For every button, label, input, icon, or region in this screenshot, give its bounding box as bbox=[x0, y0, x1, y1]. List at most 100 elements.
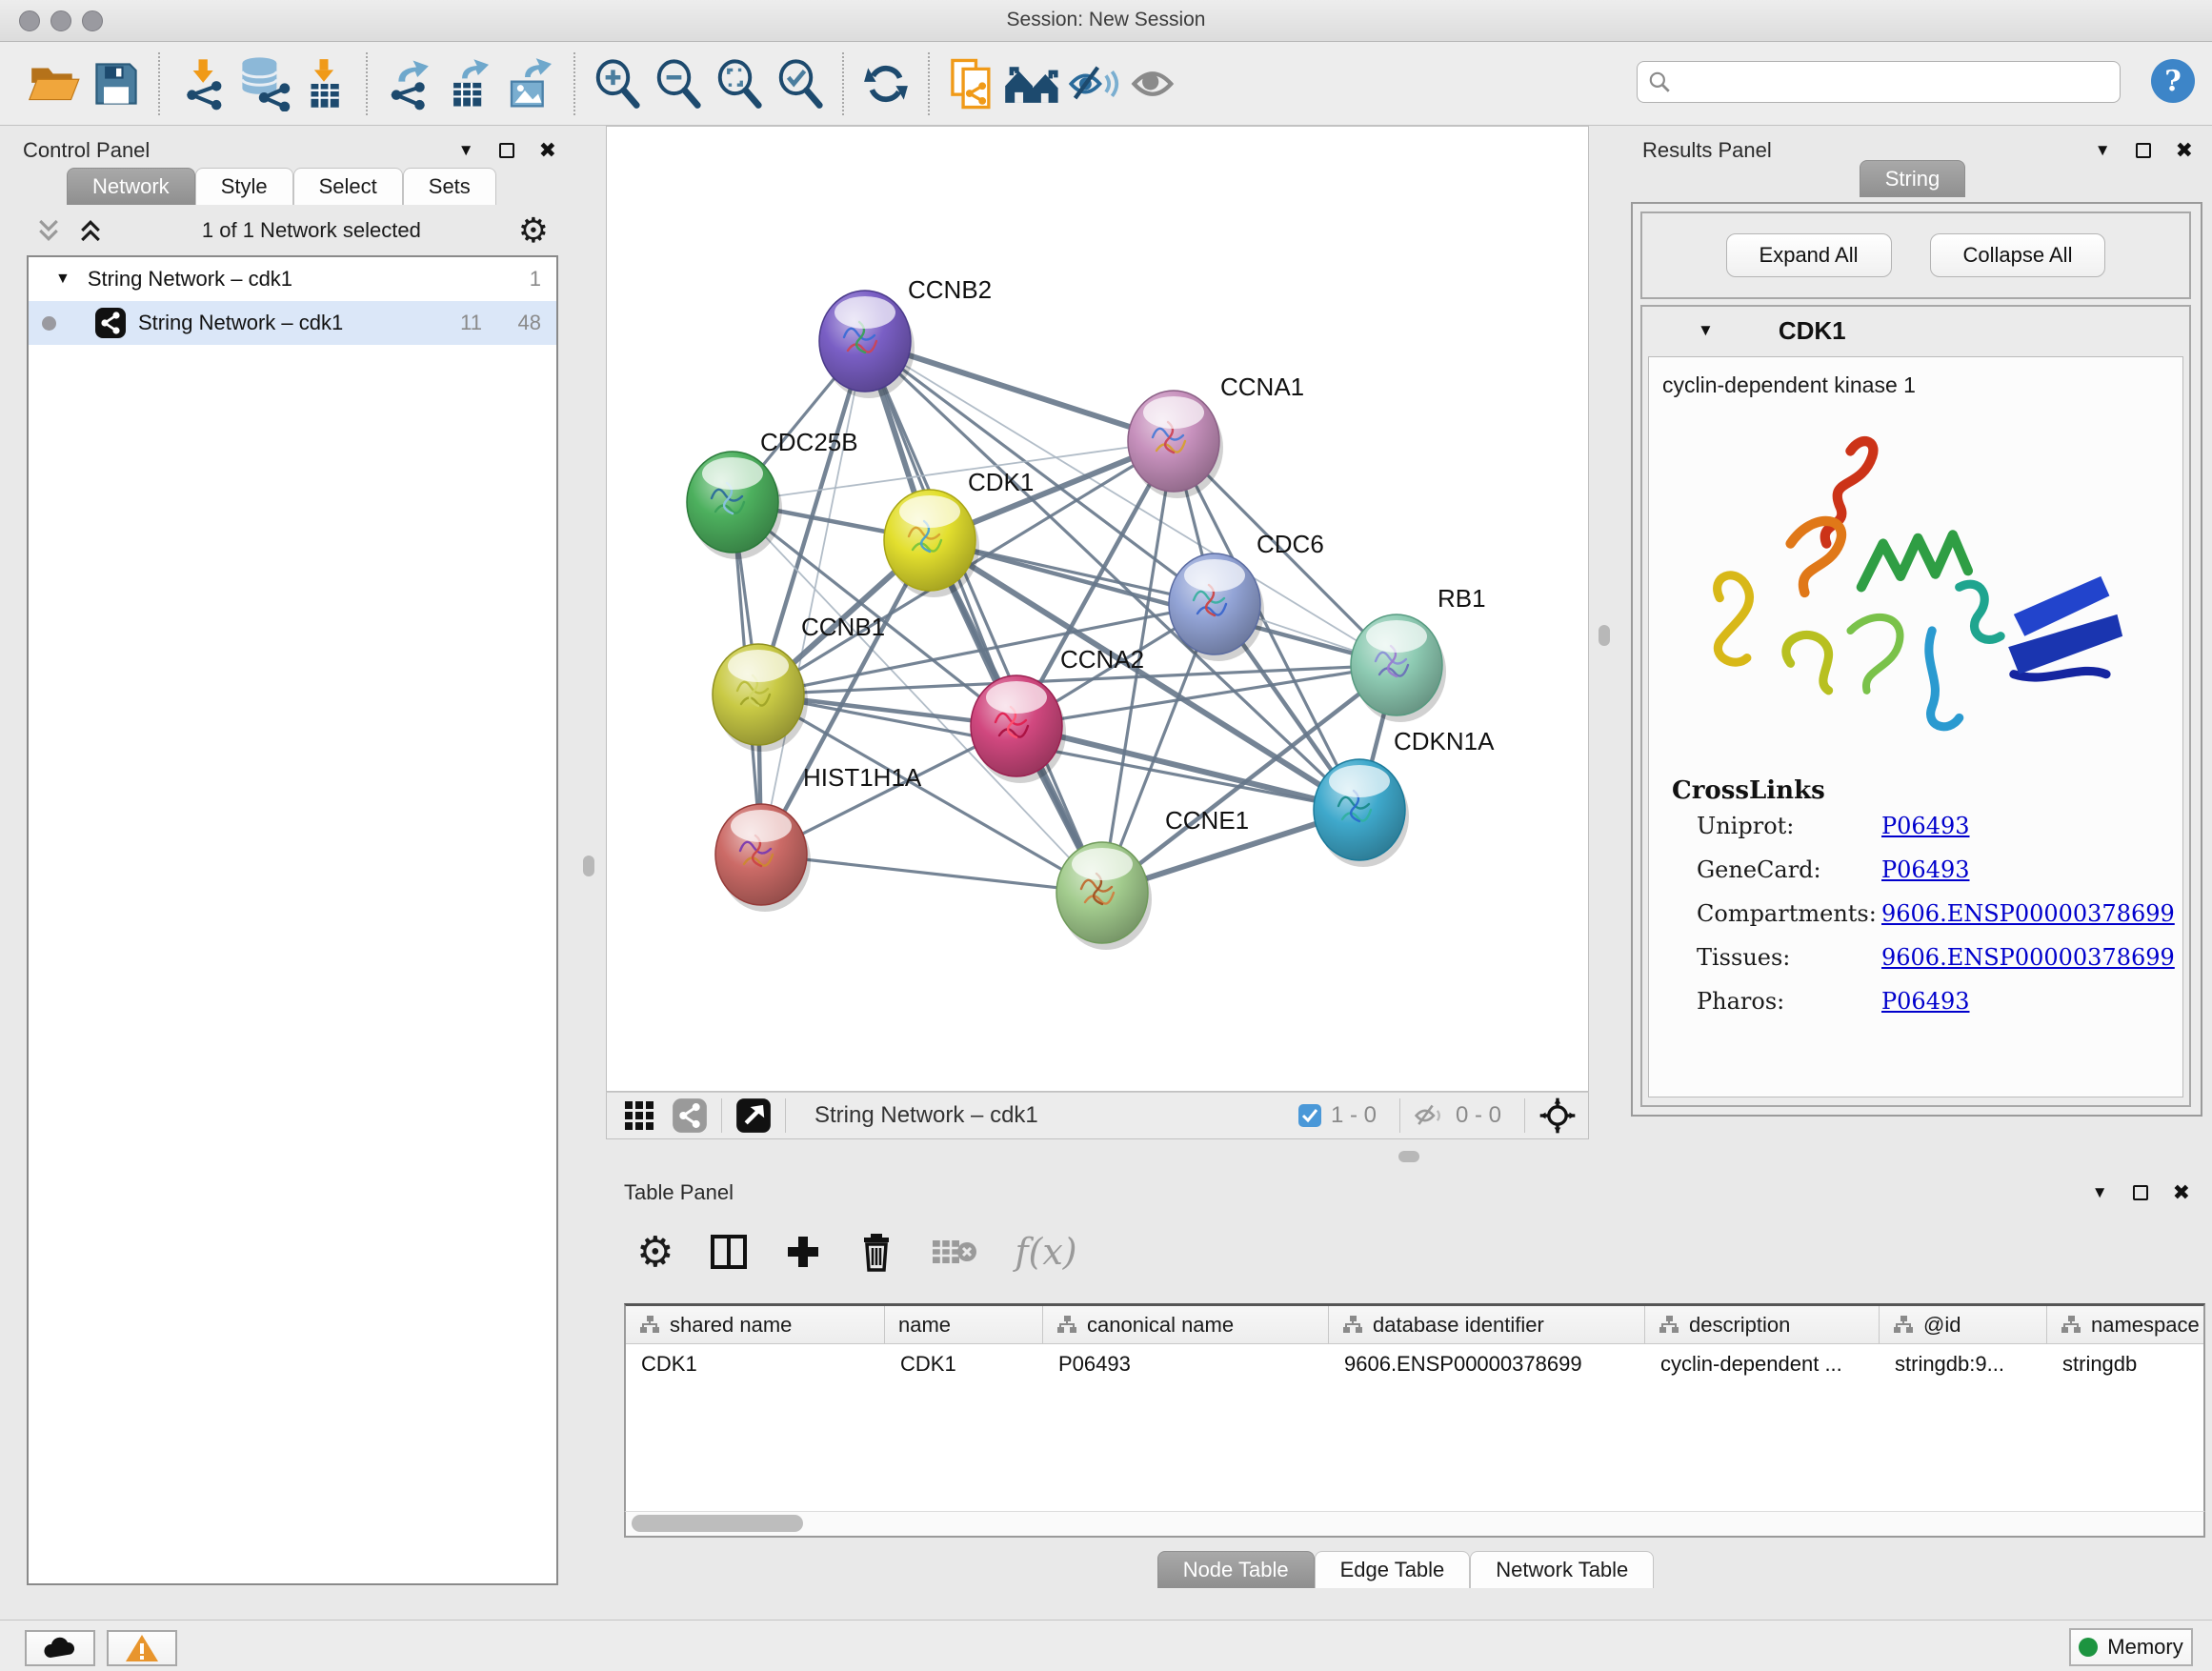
crosslink-link[interactable]: 9606.ENSP00000378699 bbox=[1881, 900, 2175, 927]
column-header-name[interactable]: name bbox=[885, 1306, 1043, 1343]
import-table-button[interactable] bbox=[293, 53, 354, 114]
search-box[interactable] bbox=[1637, 61, 2121, 103]
float-panel-icon[interactable] bbox=[499, 143, 514, 158]
network-node-CDK1[interactable] bbox=[884, 490, 979, 597]
network-row[interactable]: String Network – cdk1 11 48 bbox=[29, 301, 556, 345]
zoom-out-button[interactable] bbox=[648, 53, 709, 114]
selected-checkbox-icon[interactable] bbox=[1298, 1104, 1321, 1127]
scrollbar-thumb[interactable] bbox=[632, 1515, 803, 1532]
memory-button[interactable]: Memory bbox=[2069, 1628, 2193, 1666]
column-header-description[interactable]: description bbox=[1645, 1306, 1880, 1343]
detach-view-icon[interactable] bbox=[735, 1097, 772, 1134]
export-network-button[interactable] bbox=[379, 53, 440, 114]
tab-edge-table[interactable]: Edge Table bbox=[1315, 1551, 1471, 1588]
column-header-@id[interactable]: @id bbox=[1880, 1306, 2047, 1343]
zoom-in-button[interactable] bbox=[587, 53, 648, 114]
delete-table-icon[interactable] bbox=[931, 1233, 978, 1271]
birds-eye-crosshair-icon[interactable] bbox=[1538, 1097, 1577, 1135]
add-column-icon[interactable] bbox=[784, 1233, 822, 1271]
table-cell[interactable]: cyclin-dependent ... bbox=[1645, 1344, 1880, 1384]
network-node-RB1[interactable] bbox=[1351, 614, 1446, 722]
network-node-CDKN1A[interactable] bbox=[1314, 759, 1409, 867]
export-image-button[interactable] bbox=[501, 53, 562, 114]
tab-select[interactable]: Select bbox=[293, 168, 403, 205]
toolbar-separator bbox=[785, 1098, 786, 1133]
table-horizontal-scrollbar[interactable] bbox=[624, 1511, 2205, 1538]
vertical-splitter-handle[interactable] bbox=[1599, 625, 1610, 646]
tab-style[interactable]: Style bbox=[195, 168, 293, 205]
column-header-shared-name[interactable]: shared name bbox=[626, 1306, 885, 1343]
network-options-gear-icon[interactable]: ⚙ bbox=[518, 211, 549, 251]
open-file-button[interactable] bbox=[25, 53, 86, 114]
network-node-CCNB2[interactable] bbox=[819, 291, 915, 398]
zoom-fit-button[interactable] bbox=[709, 53, 770, 114]
close-panel-icon[interactable]: ✖ bbox=[539, 139, 556, 163]
warnings-button[interactable] bbox=[107, 1630, 177, 1666]
table-cell[interactable]: stringdb:9... bbox=[1880, 1344, 2047, 1384]
expand-all-icon[interactable] bbox=[76, 216, 105, 245]
network-node-HIST1H1A[interactable] bbox=[715, 804, 811, 912]
network-node-CDC25B[interactable] bbox=[687, 452, 782, 559]
collection-expand-icon[interactable]: ▼ bbox=[55, 271, 70, 288]
show-columns-icon[interactable] bbox=[710, 1233, 748, 1271]
column-header-database-identifier[interactable]: database identifier bbox=[1329, 1306, 1645, 1343]
close-panel-icon[interactable]: ✖ bbox=[2173, 1181, 2190, 1205]
export-table-button[interactable] bbox=[440, 53, 501, 114]
show-all-button[interactable] bbox=[1124, 53, 1185, 114]
tab-network-table[interactable]: Network Table bbox=[1470, 1551, 1654, 1588]
tab-string[interactable]: String bbox=[1860, 160, 1965, 197]
hide-selected-button[interactable] bbox=[1063, 53, 1124, 114]
vertical-splitter-handle[interactable] bbox=[583, 856, 594, 876]
float-panel-icon[interactable] bbox=[2133, 1185, 2148, 1200]
panel-menu-icon[interactable]: ▼ bbox=[2095, 141, 2111, 160]
tab-network[interactable]: Network bbox=[67, 168, 195, 205]
search-input[interactable] bbox=[1672, 71, 2091, 93]
horizontal-splitter-handle[interactable] bbox=[1398, 1151, 1419, 1162]
column-header-canonical-name[interactable]: canonical name bbox=[1043, 1306, 1329, 1343]
network-view-share-icon[interactable] bbox=[672, 1097, 708, 1134]
float-panel-icon[interactable] bbox=[2136, 143, 2151, 158]
grid-view-icon[interactable] bbox=[622, 1098, 656, 1133]
crosslink-link[interactable]: 9606.ENSP00000378699 bbox=[1881, 944, 2175, 971]
automation-status-button[interactable] bbox=[25, 1630, 95, 1666]
protein-collapse-icon[interactable]: ▼ bbox=[1698, 321, 1714, 340]
column-header-namespace[interactable]: namespace bbox=[2047, 1306, 2205, 1343]
table-cell[interactable]: 9606.ENSP00000378699 bbox=[1329, 1344, 1645, 1384]
hidden-eye-slash-icon[interactable] bbox=[1414, 1101, 1446, 1130]
panel-menu-icon[interactable]: ▼ bbox=[458, 141, 474, 160]
import-network-button[interactable] bbox=[171, 53, 232, 114]
tab-sets[interactable]: Sets bbox=[403, 168, 496, 205]
table-cell[interactable]: CDK1 bbox=[885, 1344, 1043, 1384]
expand-all-button[interactable]: Expand All bbox=[1726, 233, 1892, 277]
network-node-CCNE1[interactable] bbox=[1056, 842, 1152, 950]
crosslink-link[interactable]: P06493 bbox=[1881, 813, 1970, 839]
close-panel-icon[interactable]: ✖ bbox=[2176, 139, 2193, 163]
table-cell[interactable]: P06493 bbox=[1043, 1344, 1329, 1384]
first-neighbors-button[interactable] bbox=[1002, 53, 1063, 114]
network-node-CCNA1[interactable] bbox=[1128, 391, 1223, 498]
network-node-CCNA2[interactable] bbox=[971, 675, 1066, 783]
zoom-selected-button[interactable] bbox=[770, 53, 831, 114]
table-cell[interactable]: stringdb bbox=[2047, 1344, 2205, 1384]
function-builder-icon[interactable]: f(x) bbox=[1015, 1231, 1076, 1273]
network-collection-row[interactable]: ▼ String Network – cdk1 1 bbox=[29, 257, 556, 301]
help-button[interactable]: ? bbox=[2151, 59, 2195, 103]
collapse-all-icon[interactable] bbox=[34, 216, 63, 245]
table-row[interactable]: CDK1CDK1P064939606.ENSP00000378699cyclin… bbox=[626, 1344, 2203, 1384]
collapse-all-button[interactable]: Collapse All bbox=[1930, 233, 2106, 277]
table-cell[interactable]: CDK1 bbox=[626, 1344, 885, 1384]
network-canvas[interactable]: CCNB2CCNA1CDC25BCDK1CDC6RB1CCNB1CCNA2CDK… bbox=[606, 126, 1589, 1092]
import-database-button[interactable] bbox=[232, 53, 293, 114]
delete-column-icon[interactable] bbox=[858, 1232, 895, 1272]
table-options-gear-icon[interactable]: ⚙ bbox=[636, 1228, 674, 1277]
tab-node-table[interactable]: Node Table bbox=[1157, 1551, 1315, 1588]
network-edge-HIST1H1A-CCNE1[interactable] bbox=[761, 855, 1102, 893]
refresh-button[interactable] bbox=[855, 53, 916, 114]
network-node-CDC6[interactable] bbox=[1169, 554, 1264, 661]
crosslink-link[interactable]: P06493 bbox=[1881, 988, 1970, 1015]
network-edge-CCNB2-CCNE1[interactable] bbox=[865, 341, 1102, 893]
save-session-button[interactable] bbox=[86, 53, 147, 114]
crosslink-link[interactable]: P06493 bbox=[1881, 856, 1970, 883]
copy-style-button[interactable] bbox=[941, 53, 1002, 114]
panel-menu-icon[interactable]: ▼ bbox=[2092, 1183, 2108, 1202]
